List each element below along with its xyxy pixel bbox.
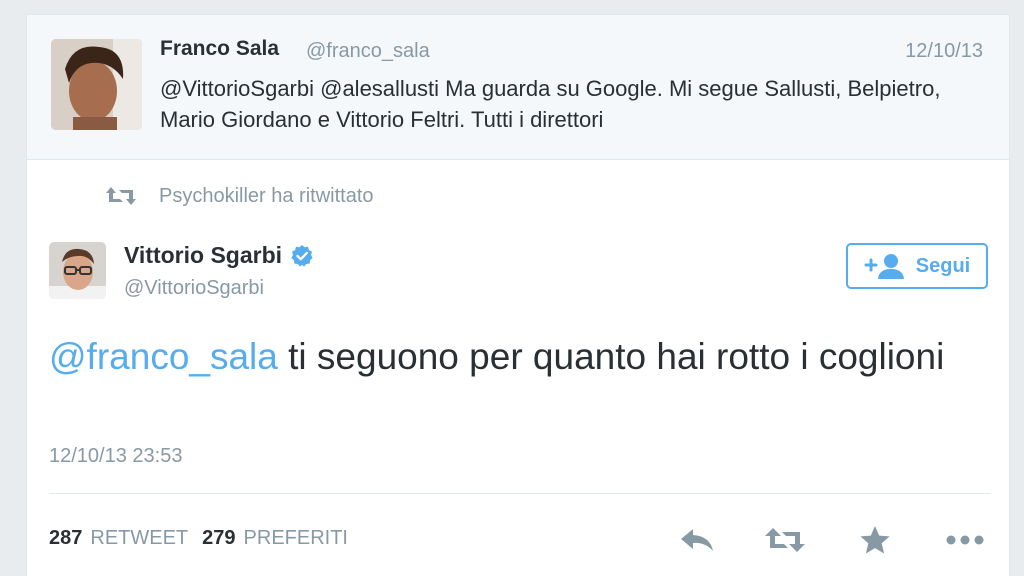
retweeted-by-text[interactable]: Psychokiller ha ritwittato: [159, 185, 374, 208]
retweeted-by-line: Psychokiller ha ritwittato: [105, 183, 374, 209]
avatar-vittorio-sgarbi[interactable]: [49, 242, 106, 299]
verified-badge-icon: [291, 244, 313, 267]
tweet-text: @VittorioSgarbi @alesallusti Ma guarda s…: [160, 76, 941, 132]
tweet-panel: Franco Sala @franco_sala 12/10/13 @Vitto…: [26, 14, 1010, 576]
favorite-button[interactable]: [853, 523, 897, 557]
retweet-button[interactable]: [763, 523, 807, 557]
avatar-franco-sala[interactable]: [51, 39, 142, 130]
author-name-row: Vittorio Sgarbi: [124, 242, 314, 269]
reply-icon: [681, 529, 713, 551]
author-handle[interactable]: @franco_sala: [306, 40, 430, 63]
retweet-label[interactable]: RETWEET: [90, 527, 188, 550]
retweet-icon: [106, 187, 136, 205]
retweet-icon: [765, 528, 805, 552]
more-options-icon: [946, 535, 984, 545]
tweet-timestamp[interactable]: 12/10/13 23:53: [49, 445, 182, 468]
favorite-count[interactable]: 279: [202, 527, 235, 550]
tweet-text: @franco_sala ti seguono per quanto hai r…: [49, 330, 949, 383]
retweet-count[interactable]: 287: [49, 527, 82, 550]
mention-link[interactable]: @franco_sala: [49, 336, 278, 377]
divider: [49, 493, 991, 494]
favorite-star-icon: [860, 526, 890, 554]
previous-tweet[interactable]: Franco Sala @franco_sala 12/10/13 @Vitto…: [27, 15, 1009, 160]
tweet-date[interactable]: 12/10/13: [905, 40, 983, 63]
author-handle[interactable]: @VittorioSgarbi: [124, 277, 264, 300]
favorite-label[interactable]: PREFERITI: [244, 527, 348, 550]
reply-button[interactable]: [675, 523, 719, 557]
follow-label: Segui: [915, 254, 971, 277]
follow-button[interactable]: Segui: [846, 243, 988, 289]
tweet-body: ti seguono per quanto hai rotto i coglio…: [277, 336, 945, 377]
more-options-button[interactable]: [943, 523, 987, 557]
author-name[interactable]: Franco Sala: [160, 37, 279, 61]
add-user-icon: [864, 254, 904, 279]
author-name[interactable]: Vittorio Sgarbi: [124, 242, 282, 269]
tweet-stats: 287 RETWEET 279 PREFERITI: [49, 527, 362, 550]
